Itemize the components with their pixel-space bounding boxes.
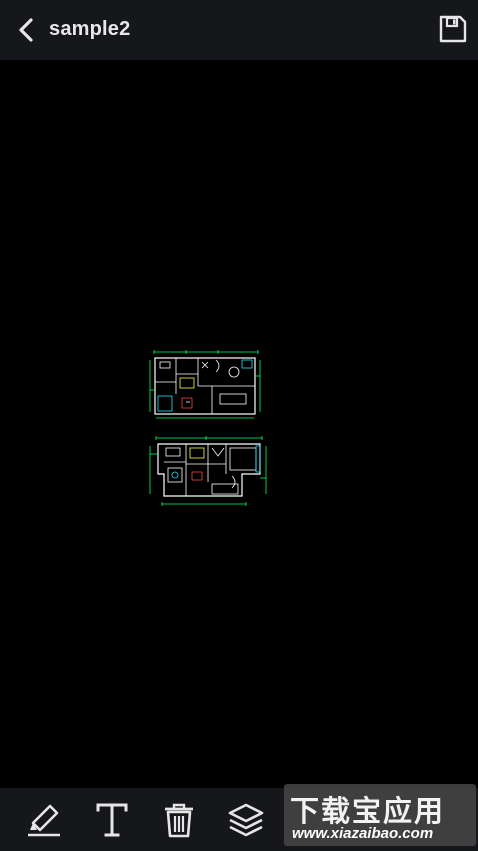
highlighter-button[interactable] xyxy=(22,798,66,842)
watermark-title: 下载宝应用 xyxy=(290,794,446,828)
floor-plan-upper xyxy=(149,350,261,419)
chevron-left-icon xyxy=(19,18,33,42)
document-title: sample2 xyxy=(49,18,131,40)
layers-button[interactable] xyxy=(224,798,268,842)
drawing-canvas[interactable] xyxy=(0,60,478,788)
header-bar: sample2 xyxy=(0,0,478,60)
save-button[interactable] xyxy=(436,12,470,46)
floor-plan-lower xyxy=(149,436,267,506)
text-button[interactable] xyxy=(90,798,134,842)
text-icon xyxy=(96,803,128,837)
layers-icon xyxy=(228,803,264,837)
watermark-url: www.xiazaibao.com xyxy=(292,825,434,842)
trash-icon xyxy=(165,803,193,838)
floppy-disk-icon xyxy=(439,15,467,43)
back-button[interactable] xyxy=(10,14,42,46)
app-window: sample2 下载宝应用 www.xiazaibao.com xyxy=(0,0,478,851)
watermark-overlay: 下载宝应用 www.xiazaibao.com xyxy=(284,784,476,846)
delete-button[interactable] xyxy=(157,798,201,842)
highlighter-icon xyxy=(28,804,60,837)
